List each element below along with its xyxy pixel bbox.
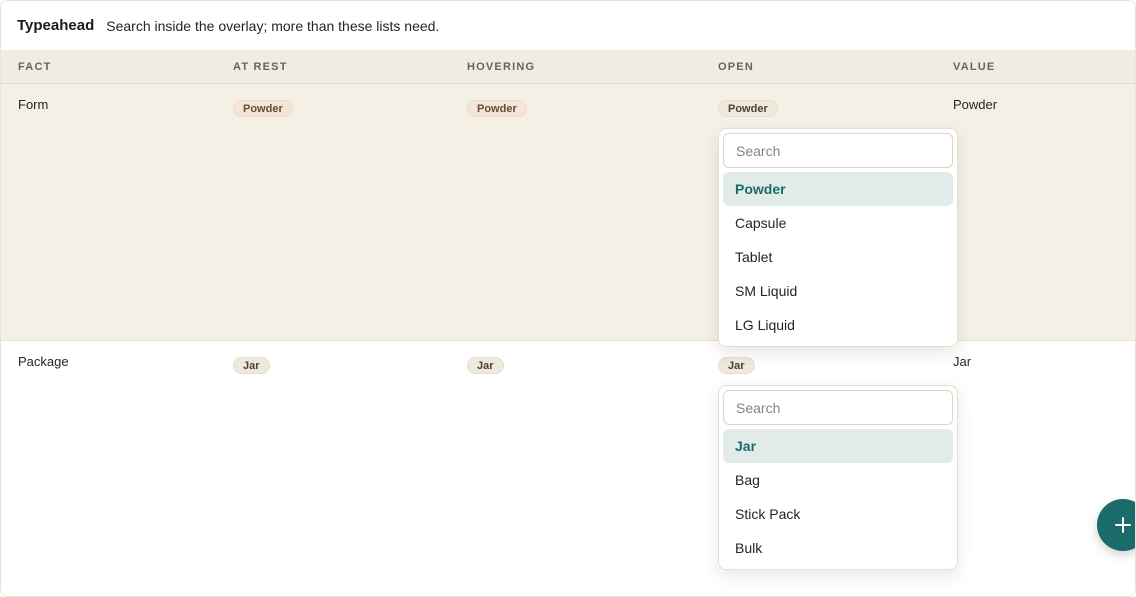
column-header-at-rest: AT REST	[233, 61, 288, 73]
open-chip[interactable]: Powder	[718, 100, 778, 117]
option-tablet[interactable]: Tablet	[723, 240, 953, 274]
table-header: FACT AT REST HOVERING OPEN VALUE	[1, 50, 1135, 84]
column-header-hovering: HOVERING	[467, 61, 536, 73]
fact-label: Form	[18, 97, 49, 112]
package-dropdown: Jar Bag Stick Pack Bulk	[718, 385, 958, 570]
search-input[interactable]	[723, 390, 953, 425]
column-header-fact: FACT	[18, 61, 52, 73]
option-bulk[interactable]: Bulk	[723, 531, 953, 565]
column-header-value: VALUE	[953, 61, 996, 73]
hovering-chip[interactable]: Jar	[467, 357, 504, 374]
hovering-chip[interactable]: Powder	[467, 100, 527, 117]
fact-label: Package	[18, 354, 69, 369]
option-stick-pack[interactable]: Stick Pack	[723, 497, 953, 531]
card-header: Typeahead Search inside the overlay; mor…	[1, 1, 1135, 50]
option-list: Powder Capsule Tablet SM Liquid LG Liqui…	[723, 172, 953, 342]
open-chip[interactable]: Jar	[718, 357, 755, 374]
at-rest-chip[interactable]: Jar	[233, 357, 270, 374]
card-subtitle: Search inside the overlay; more than the…	[106, 17, 440, 34]
option-list: Jar Bag Stick Pack Bulk	[723, 429, 953, 565]
card-title: Typeahead	[17, 17, 95, 34]
column-header-open: OPEN	[718, 61, 754, 73]
option-powder[interactable]: Powder	[723, 172, 953, 206]
option-lg-liquid[interactable]: LG Liquid	[723, 308, 953, 342]
value-text: Powder	[953, 97, 998, 112]
typeahead-card: Typeahead Search inside the overlay; mor…	[0, 0, 1136, 597]
at-rest-chip[interactable]: Powder	[233, 100, 293, 117]
option-sm-liquid[interactable]: SM Liquid	[723, 274, 953, 308]
search-input[interactable]	[723, 133, 953, 168]
option-capsule[interactable]: Capsule	[723, 206, 953, 240]
value-text: Jar	[953, 354, 972, 369]
table-row: Package Jar Jar Jar Jar	[1, 341, 1135, 596]
plus-icon	[1115, 517, 1131, 533]
option-jar[interactable]: Jar	[723, 429, 953, 463]
form-dropdown: Powder Capsule Tablet SM Liquid LG Liqui…	[718, 128, 958, 347]
option-bag[interactable]: Bag	[723, 463, 953, 497]
table-row: Form Powder Powder Powder Powder	[1, 84, 1135, 341]
